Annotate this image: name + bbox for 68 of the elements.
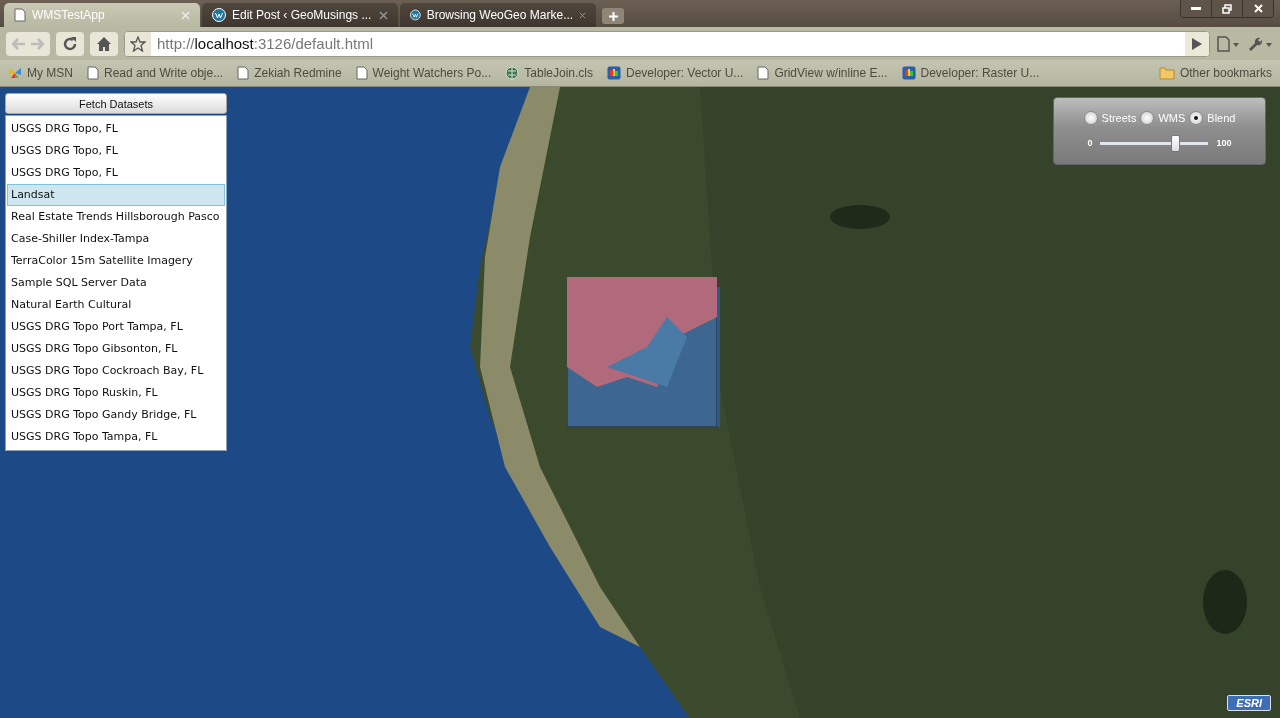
bookmark-link[interactable]: TableJoin.cls (524, 66, 593, 80)
radio-button[interactable] (1140, 110, 1155, 125)
dataset-item[interactable]: USGS DRG Topo Port Tampa, FL (7, 316, 225, 338)
close-icon (1253, 4, 1263, 13)
dataset-item[interactable]: Sample SQL Server Data (7, 272, 225, 294)
slider-thumb[interactable] (1171, 134, 1180, 152)
dataset-item[interactable]: Real Estate Trends Hillsborough Pasco (7, 206, 225, 228)
browser-tab[interactable]: Browsing WeoGeo Marke... (400, 3, 596, 27)
dataset-item[interactable]: Case-Shiller Index-Tampa (7, 228, 225, 250)
home-icon (96, 35, 112, 52)
globe-icon (505, 66, 520, 80)
dataset-item[interactable]: TerraColor 15m Satellite Imagery (7, 250, 225, 272)
close-window-button[interactable] (1242, 0, 1273, 17)
close-icon[interactable] (579, 10, 586, 20)
address-bar[interactable]: http://localhost:3126/default.html (124, 30, 1210, 57)
minimize-button[interactable] (1181, 0, 1211, 17)
dataset-item[interactable]: USGS DRG Topo Gibsonton, FL (7, 338, 225, 360)
page-icon (87, 66, 99, 80)
bookmark-link[interactable]: Developer: Vector U... (626, 66, 744, 80)
butterfly-icon (8, 67, 22, 79)
page-icon (757, 66, 770, 80)
browser-tab[interactable]: Edit Post ‹ GeoMusings ... (202, 3, 398, 27)
slider-min-label: 0 (1087, 138, 1093, 148)
wordpress-icon (212, 8, 226, 22)
bookmark-link[interactable]: My MSN (27, 66, 73, 80)
dataset-item[interactable]: Natural Earth Cultural (7, 294, 225, 316)
wrench-icon[interactable] (1248, 35, 1274, 52)
forward-arrow-icon (30, 37, 44, 50)
app-icon (901, 66, 916, 80)
back-arrow-icon (12, 37, 26, 50)
new-tab-button[interactable] (602, 8, 624, 24)
folder-icon (1158, 66, 1175, 80)
other-bookmarks-link[interactable]: Other bookmarks (1179, 66, 1272, 80)
radio-button[interactable] (1083, 110, 1098, 125)
restore-icon (1222, 3, 1232, 14)
wordpress-icon (410, 8, 421, 22)
bookmark-link[interactable]: GridView w/inline E... (774, 66, 888, 80)
reload-button[interactable] (56, 31, 84, 56)
home-button[interactable] (90, 31, 118, 56)
radio-button[interactable] (1189, 110, 1204, 125)
bookmark-link[interactable]: Zekiah Redmine (254, 66, 342, 80)
dataset-item[interactable]: USGS DRG Topo, FL (7, 140, 225, 162)
page-icon (14, 8, 26, 22)
fetch-datasets-button[interactable]: Fetch Datasets (5, 93, 227, 114)
dataset-item[interactable]: USGS DRG Topo Cockroach Bay, FL (7, 360, 225, 382)
close-icon[interactable] (379, 10, 388, 20)
dataset-item[interactable]: USGS DRG Topo, FL (7, 118, 225, 140)
app-icon (607, 66, 621, 80)
url-text: http://localhost:3126/default.html (156, 35, 374, 52)
logo: ESRI (1227, 695, 1271, 711)
dataset-item[interactable]: USGS DRG Topo Tampa, FL (7, 426, 225, 448)
slider-max-label: 100 (1216, 138, 1232, 148)
restore-button[interactable] (1211, 0, 1242, 17)
page-menu-icon[interactable] (1216, 35, 1242, 52)
bookmark-link[interactable]: Developer: Raster U... (920, 66, 1040, 80)
dataset-item[interactable]: USGS DRG Topo Gandy Bridge, FL (7, 404, 225, 426)
bookmark-link[interactable]: Weight Watchers Po... (372, 66, 492, 80)
play-icon[interactable] (1192, 37, 1202, 50)
plus-icon (608, 11, 618, 21)
dataset-item[interactable]: USGS DRG Topo, FL (7, 162, 225, 184)
bookmark-link[interactable]: Read and Write obje... (104, 66, 224, 80)
page-icon (355, 66, 368, 80)
dataset-item[interactable]: Landsat (7, 184, 225, 206)
dataset-item[interactable]: USGS DRG Topo Ruskin, FL (7, 382, 225, 404)
minimize-icon (1191, 6, 1201, 11)
reload-icon (62, 35, 78, 52)
page-icon (237, 66, 250, 80)
star-icon[interactable] (130, 35, 146, 52)
